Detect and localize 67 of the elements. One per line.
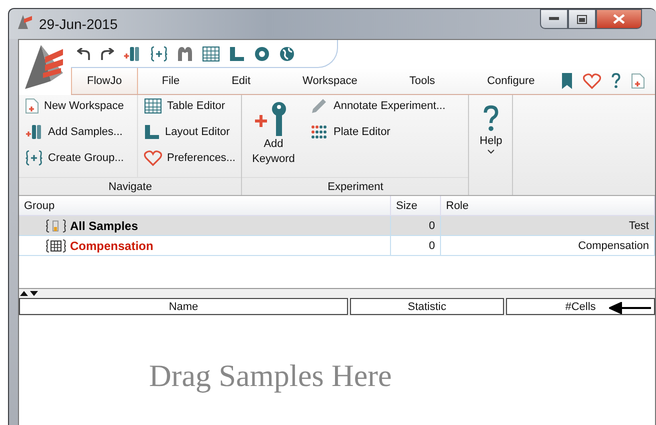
ribbon-button[interactable]: Plate Editor bbox=[308, 123, 448, 141]
column-header[interactable]: #Cells bbox=[506, 298, 655, 315]
maximize-icon bbox=[577, 14, 587, 24]
document-plus-icon[interactable] bbox=[631, 73, 645, 89]
pencil-icon bbox=[310, 98, 328, 114]
ribbon-button[interactable]: Layout Editor bbox=[142, 123, 238, 141]
group-label: Experiment bbox=[242, 177, 468, 195]
heart-icon bbox=[144, 150, 162, 166]
table-cell: 0 bbox=[391, 236, 441, 256]
help-icon[interactable] bbox=[611, 73, 621, 89]
ribbon-button[interactable]: Create Group... bbox=[23, 149, 133, 167]
minimize-button[interactable] bbox=[540, 9, 568, 29]
braces-plus-icon bbox=[25, 150, 43, 166]
circle-icon[interactable] bbox=[254, 46, 270, 62]
tube-braces-icon bbox=[45, 218, 67, 232]
menu-tab[interactable]: Workspace bbox=[294, 75, 366, 87]
ribbon-button[interactable]: Table Editor bbox=[142, 97, 238, 115]
redo-icon[interactable] bbox=[100, 48, 114, 60]
drop-hint: Drag Samples Here bbox=[149, 358, 392, 394]
column-header[interactable]: Name bbox=[19, 298, 348, 315]
help-icon bbox=[482, 105, 499, 133]
menu-tab[interactable]: File bbox=[154, 75, 188, 87]
table-cell: Compensation bbox=[441, 236, 655, 256]
column-header[interactable]: Role bbox=[441, 196, 655, 216]
tubes-plus-icon bbox=[25, 124, 43, 140]
ribbon-button[interactable]: New Workspace bbox=[23, 97, 133, 115]
close-button[interactable] bbox=[596, 9, 642, 29]
group-name: Compensation bbox=[70, 238, 154, 252]
help-button[interactable]: Help bbox=[469, 95, 514, 195]
bookmark-icon[interactable] bbox=[561, 73, 573, 89]
column-header[interactable]: Size bbox=[391, 196, 441, 216]
ruler-icon[interactable] bbox=[229, 46, 245, 62]
menu-tab[interactable]: Edit bbox=[224, 75, 259, 87]
globe-icon[interactable] bbox=[279, 46, 295, 62]
ribbon-button[interactable]: Add Keyword bbox=[242, 95, 304, 177]
grid-icon bbox=[144, 98, 162, 114]
close-icon bbox=[613, 14, 625, 24]
arrow-icon bbox=[609, 302, 651, 314]
menu-tab[interactable]: FlowJo bbox=[71, 68, 138, 94]
document-plus-icon bbox=[25, 98, 39, 114]
table-cell: 0 bbox=[391, 216, 441, 236]
group-name: All Samples bbox=[70, 218, 138, 232]
minimize-icon bbox=[549, 17, 559, 21]
chevron-down-icon bbox=[486, 149, 495, 154]
splitter-arrows-icon[interactable] bbox=[19, 290, 39, 296]
ruler-icon bbox=[144, 124, 160, 140]
arch-icon[interactable] bbox=[177, 46, 193, 62]
ribbon-button[interactable]: Annotate Experiment... bbox=[308, 97, 448, 115]
table-row[interactable]: Compensation 0 Compensation bbox=[19, 236, 655, 256]
table-cell: Test bbox=[441, 216, 655, 236]
undo-icon[interactable] bbox=[77, 48, 91, 60]
group-label: Navigate bbox=[19, 177, 242, 195]
window-title: 29-Jun-2015 bbox=[39, 16, 119, 32]
menu-tab[interactable]: Configure bbox=[479, 75, 543, 87]
ribbon-button[interactable]: Preferences... bbox=[142, 149, 238, 167]
grid-braces-icon bbox=[45, 238, 67, 252]
tubes-plus-icon[interactable] bbox=[123, 46, 141, 62]
ribbon-button[interactable]: Add Samples... bbox=[23, 123, 133, 141]
dots-grid-icon bbox=[310, 124, 328, 140]
column-header[interactable]: Group bbox=[19, 196, 391, 216]
menu-tab[interactable]: Tools bbox=[401, 75, 444, 87]
column-header[interactable]: Statistic bbox=[350, 298, 504, 315]
braces-plus-icon[interactable] bbox=[150, 46, 168, 62]
heart-icon[interactable] bbox=[583, 73, 601, 89]
table-row[interactable]: All Samples 0 Test bbox=[19, 216, 655, 236]
maximize-button[interactable] bbox=[568, 9, 596, 29]
grid-icon[interactable] bbox=[202, 46, 220, 62]
